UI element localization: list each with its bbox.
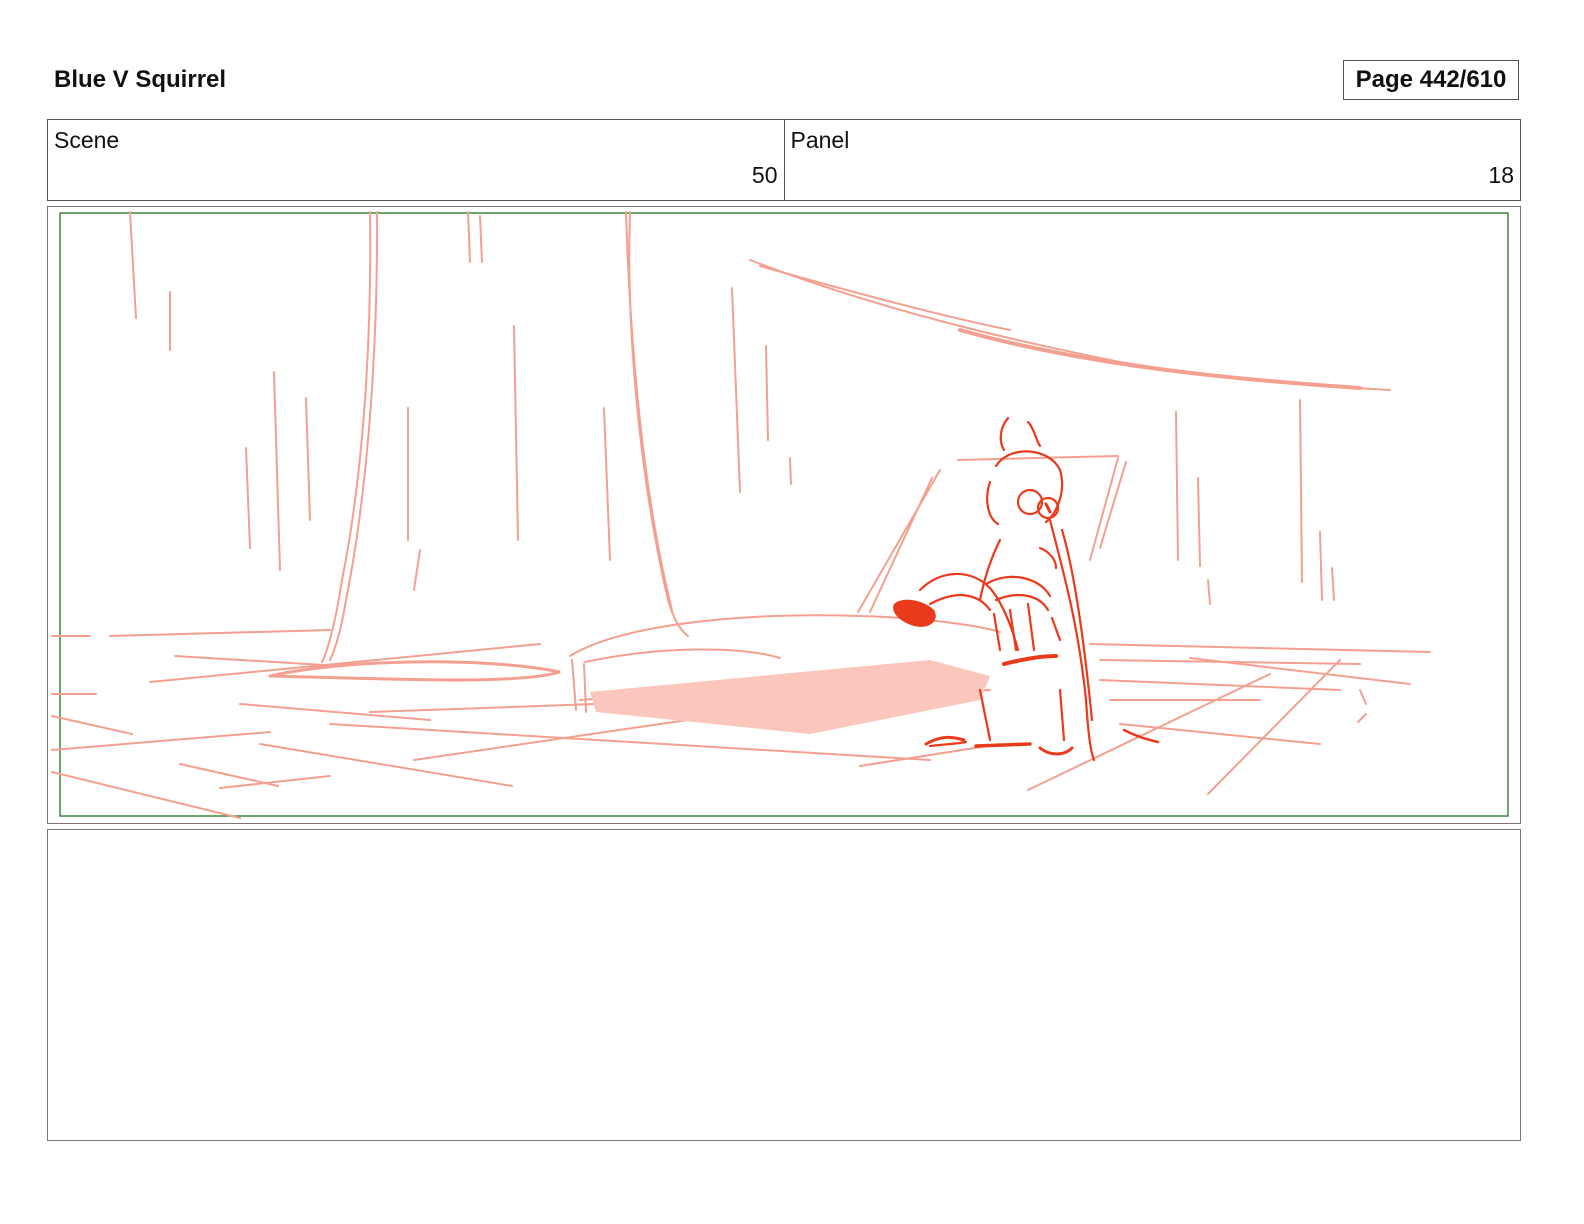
- panel-notes-box: [47, 829, 1521, 1141]
- bed-shadow: [590, 660, 990, 734]
- squirrel-character-sketch: [918, 416, 1160, 762]
- background-sketch-lines: [51, 211, 1431, 819]
